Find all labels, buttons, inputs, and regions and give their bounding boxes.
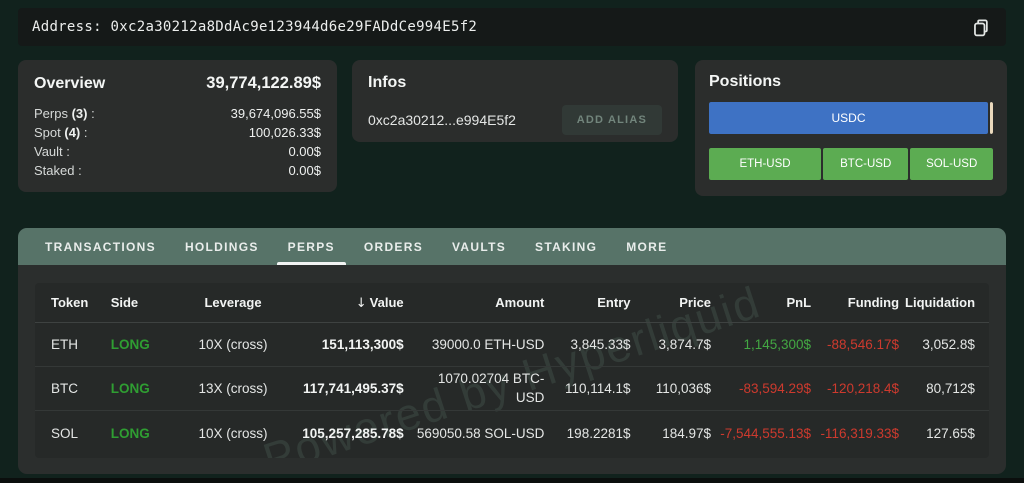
infos-title: Infos <box>368 74 406 91</box>
overview-row-spot: Spot (4) : 100,026.33$ <box>34 123 321 142</box>
mark-price: 110,036$ <box>631 381 712 396</box>
col-pnl: PnL <box>711 295 811 310</box>
position-amount: 569050.58 SOL-USD <box>404 426 545 441</box>
entry-price: 110,114.1$ <box>544 381 630 396</box>
positions-title: Positions <box>709 73 781 90</box>
liquidation-price: 127.65$ <box>899 426 975 441</box>
liquidation-price: 3,052.8$ <box>899 337 975 352</box>
col-funding: Funding <box>811 295 899 310</box>
token-name: BTC <box>49 381 103 396</box>
staked-value: 0.00$ <box>288 161 321 180</box>
funding-value: -120,218.4$ <box>811 381 899 396</box>
position-sol-usd[interactable]: SOL-USD <box>910 148 993 180</box>
col-price: Price <box>631 295 712 310</box>
overview-title: Overview <box>34 75 105 93</box>
positions-card: Positions USDC ETH-USD BTC-USD SOL-USD <box>695 60 1007 196</box>
table-row-sol[interactable]: SOL LONG 10X (cross) 105,257,285.78$ 569… <box>35 411 989 455</box>
tab-more[interactable]: MORE <box>615 228 678 265</box>
tab-vaults[interactable]: VAULTS <box>441 228 517 265</box>
short-address: 0xc2a30212...e994E5f2 <box>368 112 516 128</box>
position-value: 151,113,300$ <box>283 337 403 352</box>
position-value: 105,257,285.78$ <box>283 426 403 441</box>
entry-price: 198.2281$ <box>544 426 630 441</box>
pnl-value: -83,594.29$ <box>711 381 811 396</box>
tab-staking[interactable]: STAKING <box>524 228 608 265</box>
liquidation-price: 80,712$ <box>899 381 975 396</box>
tab-transactions[interactable]: TRANSACTIONS <box>34 228 167 265</box>
position-usdc[interactable]: USDC <box>709 102 988 134</box>
perps-value: 39,674,096.55$ <box>231 104 321 123</box>
copy-address-button[interactable] <box>968 15 992 39</box>
leverage-value: 13X (cross) <box>177 381 283 396</box>
col-token: Token <box>49 295 103 310</box>
position-other-sliver[interactable] <box>990 102 993 134</box>
col-amount: Amount <box>404 295 545 310</box>
sort-desc-icon: ↓ <box>356 296 367 311</box>
table-header-row: Token Side Leverage ↓Value Amount Entry … <box>35 283 989 323</box>
address-bar: Address: 0xc2a30212a8DdAc9e123944d6e29FA… <box>18 8 1006 46</box>
mark-price: 3,874.7$ <box>631 337 712 352</box>
position-amount: 39000.0 ETH-USD <box>404 337 545 352</box>
spot-value: 100,026.33$ <box>249 123 321 142</box>
col-leverage: Leverage <box>177 295 283 310</box>
overview-row-staked: Staked : 0.00$ <box>34 161 321 180</box>
overview-card: Overview 39,774,122.89$ Perps (3) : 39,6… <box>18 60 337 192</box>
side-badge: LONG <box>103 426 177 441</box>
position-value: 117,741,495.37$ <box>283 381 403 396</box>
perps-table: Powered by Hyperliquid Token Side Levera… <box>35 283 989 458</box>
main-panel: TRANSACTIONS HOLDINGS PERPS ORDERS VAULT… <box>18 228 1006 474</box>
token-name: ETH <box>49 337 103 352</box>
tab-perps[interactable]: PERPS <box>277 228 346 265</box>
copy-icon <box>971 18 990 37</box>
wallet-address: Address: 0xc2a30212a8DdAc9e123944d6e29FA… <box>32 19 477 35</box>
entry-price: 3,845.33$ <box>544 337 630 352</box>
tab-bar: TRANSACTIONS HOLDINGS PERPS ORDERS VAULT… <box>18 228 1006 265</box>
overview-row-vault: Vault : 0.00$ <box>34 142 321 161</box>
spot-positions-bar: USDC <box>709 102 993 134</box>
col-entry: Entry <box>544 295 630 310</box>
position-eth-usd[interactable]: ETH-USD <box>709 148 821 180</box>
perp-positions-bar: ETH-USD BTC-USD SOL-USD <box>709 148 993 180</box>
bottom-strip <box>0 478 1024 483</box>
position-btc-usd[interactable]: BTC-USD <box>823 148 908 180</box>
leverage-value: 10X (cross) <box>177 426 283 441</box>
tab-orders[interactable]: ORDERS <box>353 228 434 265</box>
funding-value: -88,546.17$ <box>811 337 899 352</box>
infos-card: Infos 0xc2a30212...e994E5f2 ADD ALIAS <box>352 60 678 142</box>
col-value[interactable]: ↓Value <box>283 295 403 311</box>
tab-holdings[interactable]: HOLDINGS <box>174 228 270 265</box>
position-amount: 1070.02704 BTC-USD <box>404 370 545 406</box>
add-alias-button[interactable]: ADD ALIAS <box>562 105 662 135</box>
portfolio-total-value: 39,774,122.89$ <box>206 74 321 93</box>
side-badge: LONG <box>103 381 177 396</box>
table-row-btc[interactable]: BTC LONG 13X (cross) 117,741,495.37$ 107… <box>35 367 989 411</box>
col-liquidation: Liquidation <box>899 295 975 310</box>
overview-row-perps: Perps (3) : 39,674,096.55$ <box>34 104 321 123</box>
mark-price: 184.97$ <box>631 426 712 441</box>
vault-value: 0.00$ <box>288 142 321 161</box>
table-row-eth[interactable]: ETH LONG 10X (cross) 151,113,300$ 39000.… <box>35 323 989 367</box>
funding-value: -116,319.33$ <box>811 426 899 441</box>
pnl-value: 1,145,300$ <box>711 337 811 352</box>
leverage-value: 10X (cross) <box>177 337 283 352</box>
side-badge: LONG <box>103 337 177 352</box>
col-side: Side <box>103 295 177 310</box>
token-name: SOL <box>49 426 103 441</box>
pnl-value: -7,544,555.13$ <box>711 426 811 441</box>
